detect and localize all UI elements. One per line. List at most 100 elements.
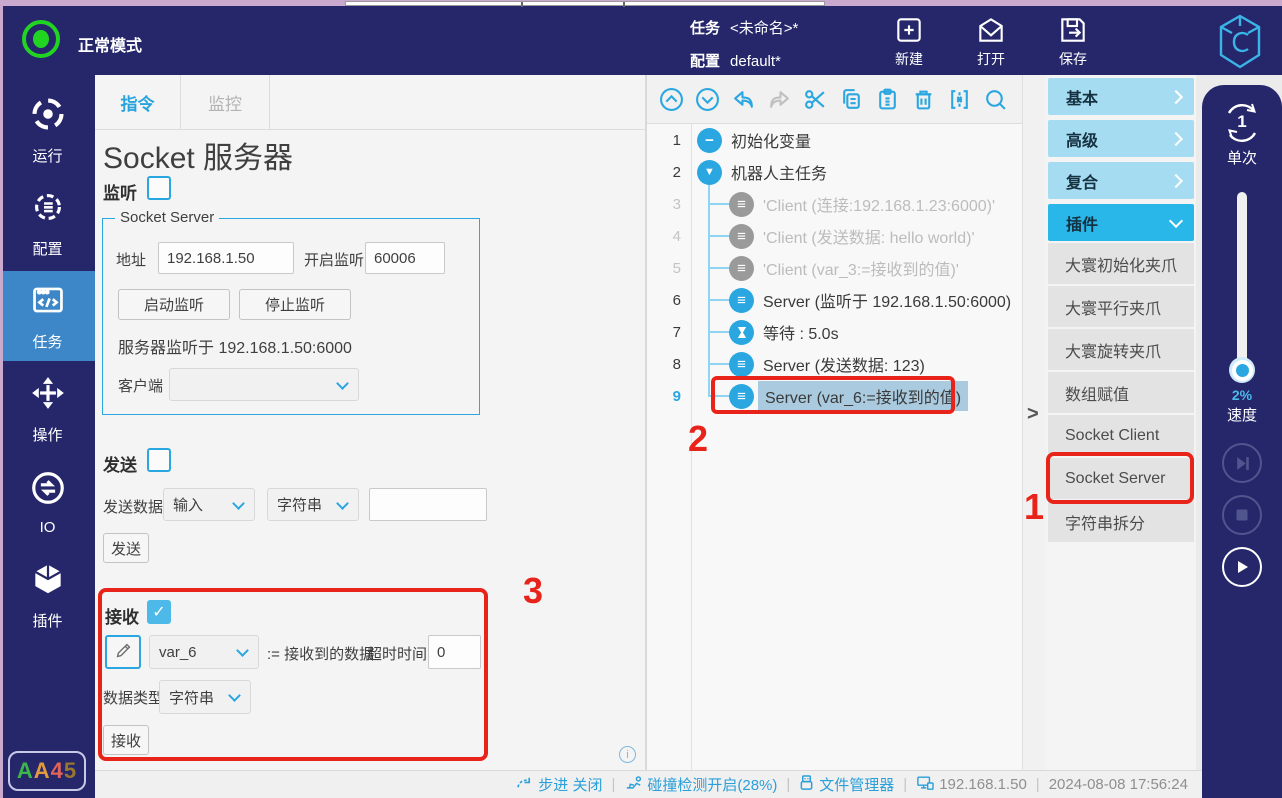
chevron-right-icon	[1169, 173, 1183, 187]
send-mode-value: 输入	[173, 494, 203, 515]
node-menu-icon[interactable]: ≡	[729, 288, 754, 313]
stop-listen-button[interactable]: 停止监听	[239, 289, 351, 320]
tab-label: 指令	[121, 90, 155, 115]
new-task-button[interactable]: 新建	[886, 14, 932, 69]
speed-slider-thumb[interactable]	[1229, 357, 1255, 383]
palette-item[interactable]: 字符串拆分	[1048, 501, 1194, 542]
node-collapse-icon[interactable]: ▼	[697, 160, 722, 185]
header-actions: 新建 打开 保存	[886, 14, 1096, 69]
collision-status[interactable]: 碰撞检测开启(28%)	[624, 774, 777, 795]
category-plugin[interactable]: 插件	[1048, 204, 1194, 241]
fold-icon[interactable]	[946, 86, 972, 112]
node-hourglass-icon[interactable]	[729, 320, 754, 345]
row-number: 8	[647, 356, 691, 373]
collapse-panel-handle[interactable]: >	[1027, 403, 1039, 426]
node-menu-icon[interactable]: ≡	[729, 384, 754, 409]
delete-icon[interactable]	[910, 86, 936, 112]
tree-rows: 1 − 初始化变量 2 ▼ 机器人主任务 3 ≡ 'Client (连接:192…	[647, 124, 1022, 412]
palette-item[interactable]: 大寰初始化夹爪	[1048, 243, 1194, 284]
move-down-icon[interactable]	[694, 86, 720, 112]
task-code-icon	[29, 281, 67, 324]
move-up-icon[interactable]	[658, 86, 684, 112]
node-menu-icon[interactable]: ≡	[729, 256, 754, 281]
cut-icon[interactable]	[802, 86, 828, 112]
collision-robot-icon	[624, 774, 642, 795]
chevron-right-icon	[1169, 89, 1183, 103]
speed-slider-track[interactable]	[1237, 192, 1247, 374]
run-control-sidebar: 1 单次 2% 速度	[1202, 85, 1282, 798]
category-compound[interactable]: 复合	[1048, 162, 1194, 199]
tree-row[interactable]: 4 ≡ 'Client (发送数据: hello world)'	[647, 220, 1022, 252]
start-listen-button[interactable]: 启动监听	[118, 289, 230, 320]
open-task-button[interactable]: 打开	[968, 14, 1014, 69]
sidebar-item-jog[interactable]: 操作	[0, 364, 95, 454]
category-label: 插件	[1066, 211, 1098, 235]
redo-icon[interactable]	[766, 86, 792, 112]
sidebar-item-run[interactable]: 运行	[0, 85, 95, 175]
search-icon[interactable]	[982, 86, 1008, 112]
send-type-dropdown[interactable]: 字符串	[267, 488, 359, 521]
send-checkbox[interactable]	[147, 448, 171, 472]
single-cycle-icon[interactable]: 1	[1218, 97, 1266, 150]
tree-row[interactable]: 7 等待 : 5.0s	[647, 316, 1022, 348]
datatype-dropdown[interactable]: 字符串	[159, 680, 251, 714]
client-dropdown[interactable]	[169, 368, 359, 401]
node-menu-icon[interactable]: ≡	[729, 224, 754, 249]
receive-var-dropdown[interactable]: var_6	[149, 635, 259, 669]
sidebar-item-label: 运行	[32, 145, 62, 166]
stop-button[interactable]	[1222, 495, 1262, 535]
play-button[interactable]	[1222, 547, 1262, 587]
io-icon	[29, 469, 67, 512]
node-minus-icon[interactable]: −	[697, 128, 722, 153]
app-window: 正常模式 任务<未命名>* 配置default* 新建 打开 保存	[0, 0, 1282, 798]
sidebar-item-io[interactable]: IO	[0, 457, 95, 547]
receive-checkbox[interactable]: ✓	[147, 600, 171, 624]
config-label: 配置	[690, 53, 720, 70]
tree-row[interactable]: 8 ≡ Server (发送数据: 123)	[647, 348, 1022, 380]
paste-icon[interactable]	[874, 86, 900, 112]
step-mode-status[interactable]: 步进 关闭	[516, 774, 602, 795]
step-button[interactable]	[1222, 443, 1262, 483]
edit-variable-button[interactable]	[105, 635, 141, 669]
listen-port-input[interactable]	[365, 242, 445, 274]
palette-item[interactable]: 大寰平行夹爪	[1048, 286, 1194, 327]
timeout-input[interactable]	[428, 635, 481, 669]
palette-item[interactable]: 大寰旋转夹爪	[1048, 329, 1194, 370]
send-button[interactable]: 发送	[103, 533, 149, 563]
account-badge[interactable]: A A 4 5	[8, 751, 86, 791]
sidebar-item-config[interactable]: 配置	[0, 178, 95, 268]
info-icon[interactable]: i	[619, 746, 636, 763]
send-mode-dropdown[interactable]: 输入	[163, 488, 255, 521]
send-data-input[interactable]	[369, 488, 487, 521]
category-advanced[interactable]: 高级	[1048, 120, 1194, 157]
tree-row[interactable]: 6 ≡ Server (监听于 192.168.1.50:6000)	[647, 284, 1022, 316]
row-number: 7	[647, 324, 691, 341]
receive-button[interactable]: 接收	[103, 725, 149, 755]
category-basic[interactable]: 基本	[1048, 78, 1194, 115]
tree-row[interactable]: 5 ≡ 'Client (var_3:=接收到的值)'	[647, 252, 1022, 284]
ip-text: 192.168.1.50	[939, 776, 1027, 793]
category-label: 高级	[1066, 127, 1098, 151]
listen-checkbox[interactable]	[147, 176, 171, 200]
address-input[interactable]	[158, 242, 294, 274]
chevron-down-icon	[336, 497, 349, 510]
tab-monitor[interactable]: 监控	[181, 75, 270, 130]
palette-item[interactable]: 数组赋值	[1048, 372, 1194, 413]
tab-instruction[interactable]: 指令	[95, 75, 181, 130]
file-manager-link[interactable]: 文件管理器	[799, 774, 894, 795]
sidebar-item-plugin[interactable]: 插件	[0, 550, 95, 640]
tree-row-selected[interactable]: 9 ≡ Server (var_6:=接收到的值)	[647, 380, 1022, 412]
palette-item[interactable]: Socket Client	[1048, 415, 1194, 456]
window-frame-tab	[345, 1, 825, 6]
undo-icon[interactable]	[730, 86, 756, 112]
tree-row[interactable]: 1 − 初始化变量	[647, 124, 1022, 156]
sidebar-item-task[interactable]: 任务	[0, 271, 95, 361]
save-task-button[interactable]: 保存	[1050, 14, 1096, 69]
copy-icon[interactable]	[838, 86, 864, 112]
row-label: Server (监听于 192.168.1.50:6000)	[763, 288, 1011, 312]
tree-row[interactable]: 2 ▼ 机器人主任务	[647, 156, 1022, 188]
palette-item-socket-server[interactable]: Socket Server	[1048, 458, 1194, 499]
node-menu-icon[interactable]: ≡	[729, 192, 754, 217]
tree-row[interactable]: 3 ≡ 'Client (连接:192.168.1.23:6000)'	[647, 188, 1022, 220]
node-menu-icon[interactable]: ≡	[729, 352, 754, 377]
